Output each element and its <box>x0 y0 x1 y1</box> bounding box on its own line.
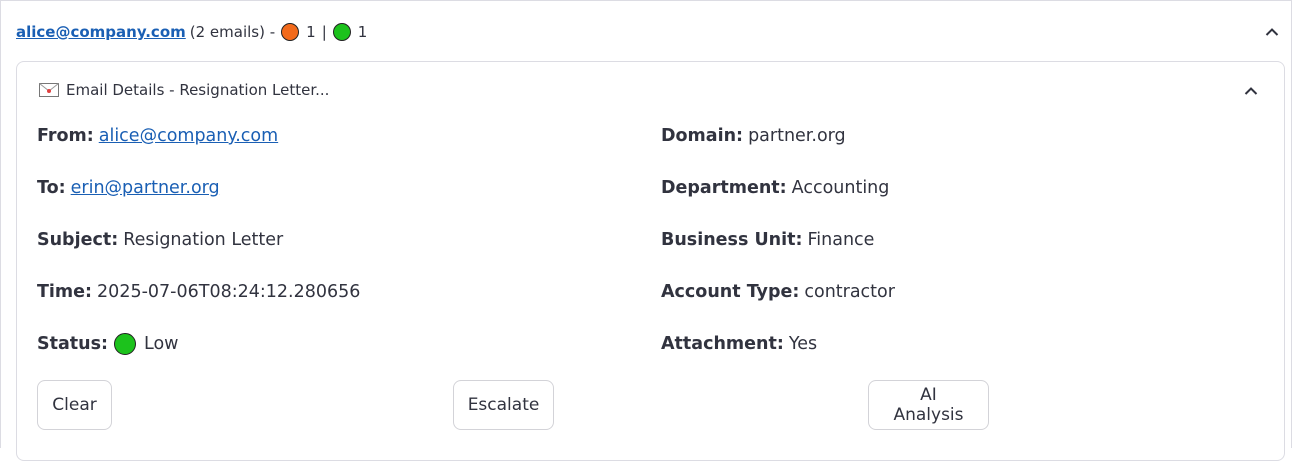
domain-field: Domain: partner.org <box>661 124 846 148</box>
green-status-dot-icon <box>332 23 351 41</box>
chevron-up-icon[interactable] <box>1244 84 1258 98</box>
email-group-header[interactable]: alice@company.com (2 emails) - 1 | 1 <box>16 21 367 43</box>
chevron-up-icon[interactable] <box>1265 25 1279 39</box>
attachment-field: Attachment: Yes <box>661 332 817 356</box>
escalate-button[interactable]: Escalate <box>453 380 554 430</box>
clear-button[interactable]: Clear <box>37 380 112 430</box>
domain-value: partner.org <box>748 126 846 146</box>
department-value: Accounting <box>791 178 890 198</box>
domain-label: Domain: <box>661 126 744 146</box>
email-details-header[interactable]: Email Details - Resignation Letter... <box>39 81 329 99</box>
account-type-field: Account Type: contractor <box>661 280 895 304</box>
account-type-value: contractor <box>804 282 895 302</box>
from-email-link[interactable]: alice@company.com <box>99 126 278 146</box>
time-field: Time: 2025-07-06T08:24:12.280656 <box>37 280 360 304</box>
department-label: Department: <box>661 178 787 198</box>
business-unit-label: Business Unit: <box>661 230 803 250</box>
from-field: From: alice@company.com <box>37 124 278 148</box>
to-email-link[interactable]: erin@partner.org <box>71 178 220 198</box>
email-count: (2 emails) - <box>189 23 276 41</box>
business-unit-value: Finance <box>807 230 875 250</box>
department-field: Department: Accounting <box>661 176 889 200</box>
to-field: To: erin@partner.org <box>37 176 220 200</box>
ai-analysis-button[interactable]: AI Analysis <box>868 380 989 430</box>
business-unit-field: Business Unit: Finance <box>661 228 874 252</box>
email-details-expander: Email Details - Resignation Letter... Fr… <box>16 61 1285 461</box>
to-label: To: <box>37 178 66 198</box>
email-group-expander: alice@company.com (2 emails) - 1 | 1 Ema… <box>0 0 1292 461</box>
subject-field: Subject: Resignation Letter <box>37 228 283 252</box>
time-label: Time: <box>37 282 93 302</box>
status-label: Status: <box>37 334 109 354</box>
orange-count: 1 <box>306 23 316 41</box>
email-details-title: Email Details - Resignation Letter... <box>66 81 330 99</box>
orange-status-dot-icon <box>281 23 300 41</box>
attachment-label: Attachment: <box>661 334 784 354</box>
attachment-value: Yes <box>788 334 818 354</box>
status-value: Low <box>144 334 179 354</box>
from-label: From: <box>37 126 94 146</box>
green-count: 1 <box>357 23 368 41</box>
account-type-label: Account Type: <box>661 282 800 302</box>
envelope-icon <box>39 83 59 97</box>
time-value: 2025-07-06T08:24:12.280656 <box>97 282 361 302</box>
subject-label: Subject: <box>37 230 119 250</box>
subject-value: Resignation Letter <box>123 230 284 250</box>
group-email-link[interactable]: alice@company.com <box>16 23 186 41</box>
count-separator: | <box>321 23 327 41</box>
status-field: Status: Low <box>37 332 179 356</box>
green-status-dot-icon <box>114 333 137 355</box>
